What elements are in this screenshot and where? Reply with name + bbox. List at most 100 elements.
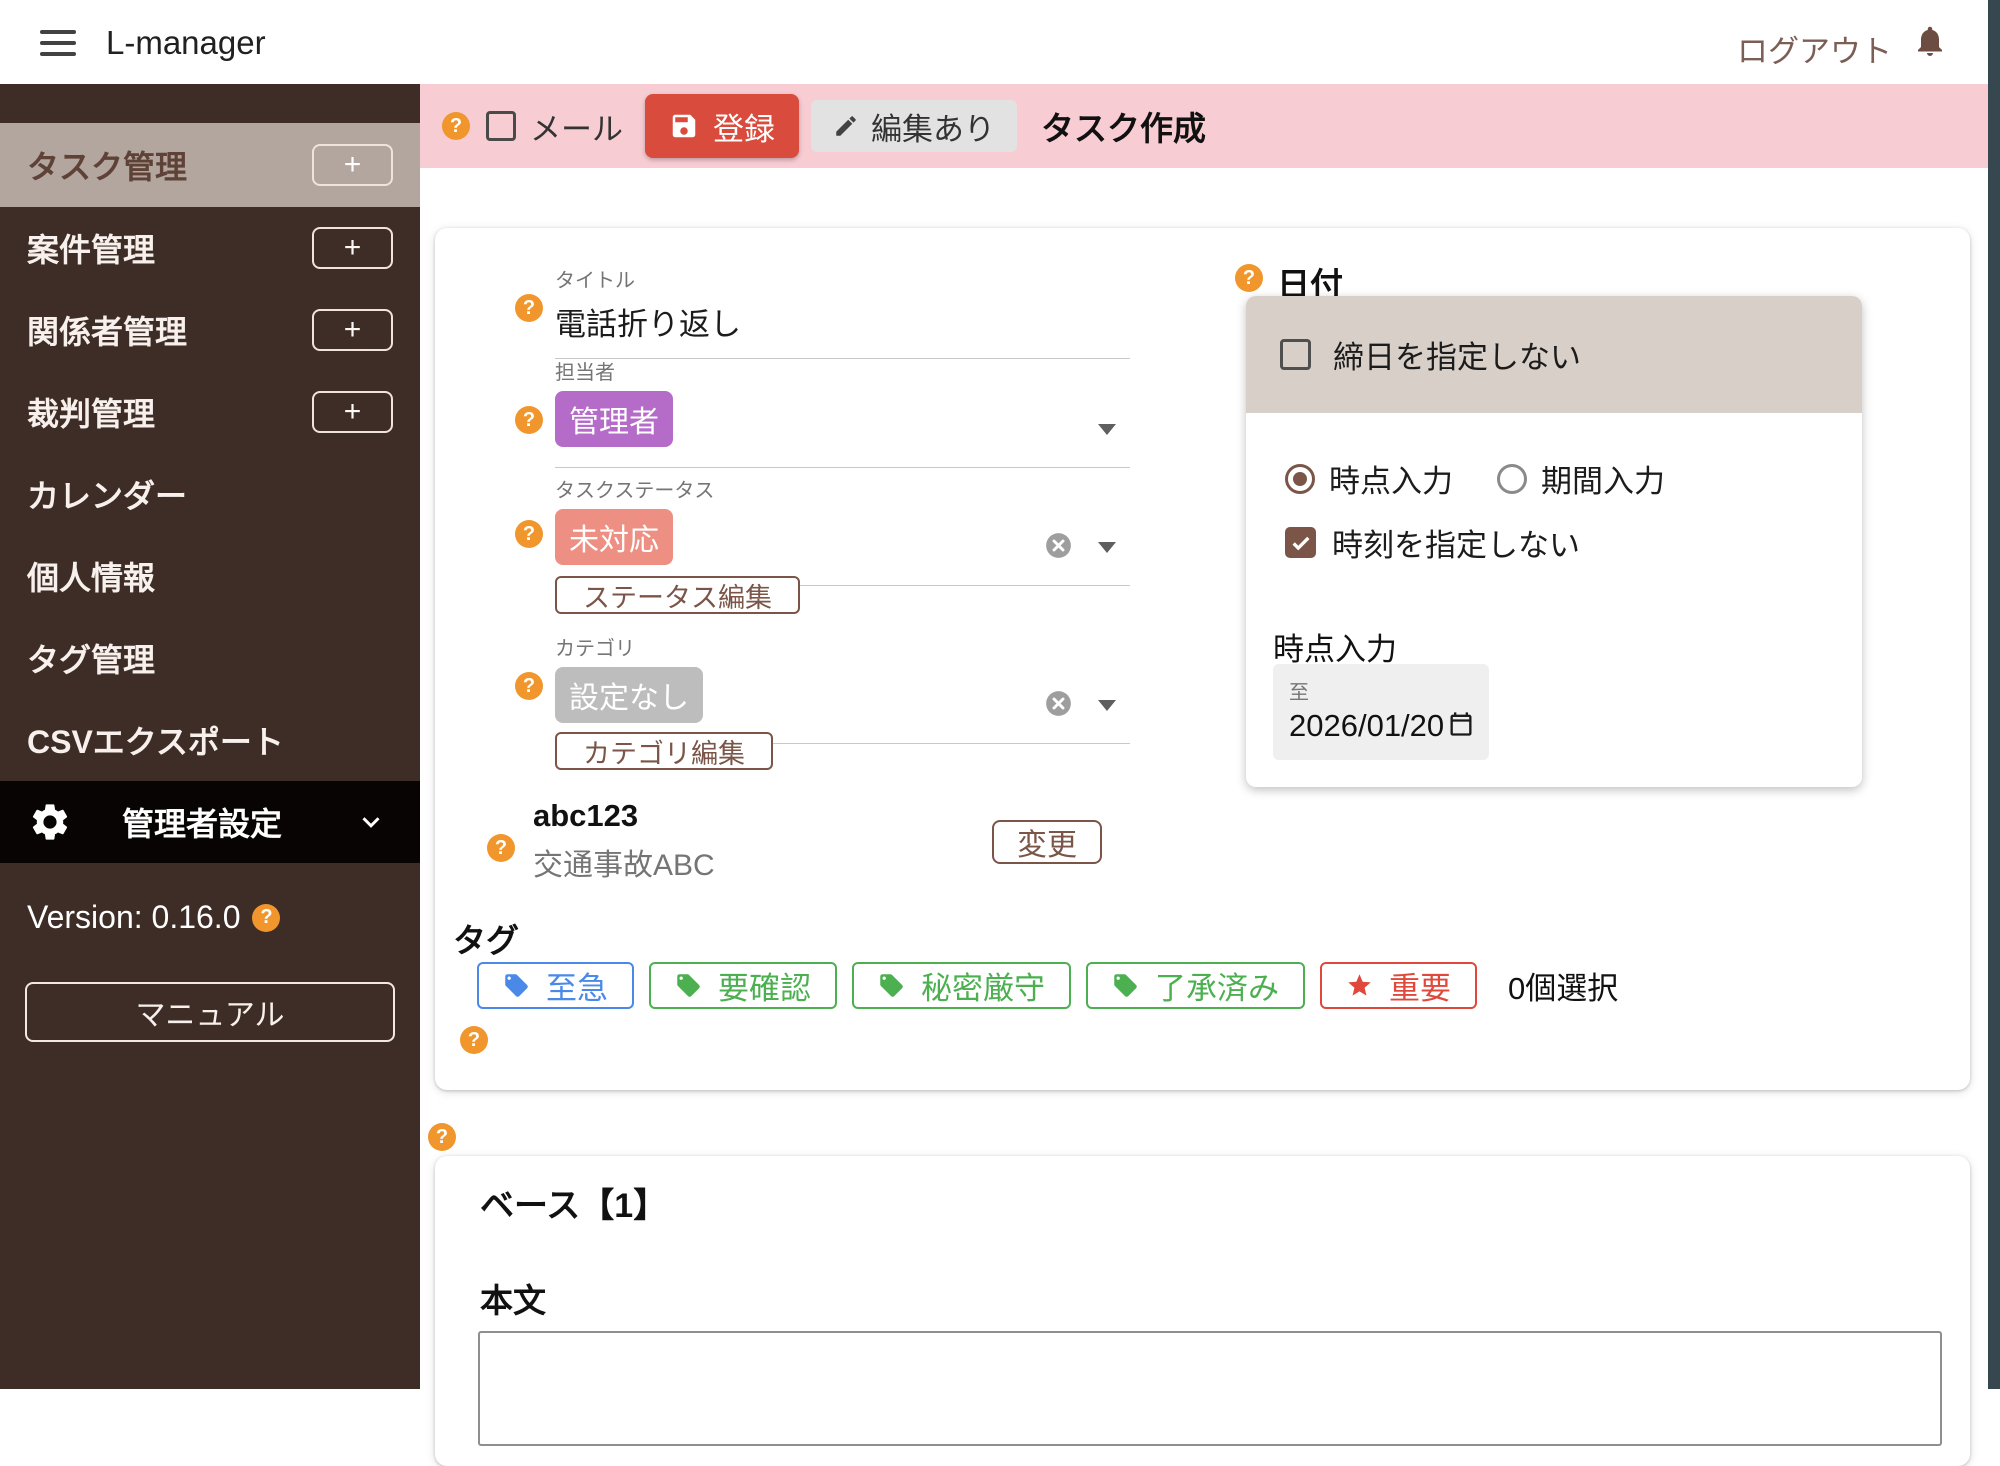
app-header: L-manager ログアウト [0, 0, 1988, 84]
save-icon [669, 111, 699, 141]
category-label: カテゴリ [555, 638, 635, 660]
sidebar-item-admin-settings[interactable]: 管理者設定 [0, 781, 420, 863]
notifications-bell-icon[interactable] [1912, 22, 1950, 62]
help-icon[interactable]: ? [428, 1123, 456, 1151]
sidebar-item-label: 案件管理 [27, 232, 156, 268]
task-form-card: ? タイトル 電話折り返し ? 担当者 管理者 ? タスクステータス 未対応 ス… [435, 228, 1970, 1090]
gear-icon [28, 800, 72, 844]
assignee-label: 担当者 [555, 362, 615, 384]
period-input-radio-label: 期間入力 [1541, 464, 1665, 499]
date-panel-header: 締日を指定しない [1246, 296, 1862, 413]
dropdown-caret-icon[interactable] [1098, 542, 1116, 553]
tag-button-confidential[interactable]: 秘密厳守 [852, 962, 1071, 1009]
tag-icon [878, 972, 905, 999]
case-name: 交通事故ABC [533, 849, 715, 882]
version-label: Version: 0.16.0 [27, 899, 241, 935]
add-task-button[interactable]: + [312, 144, 393, 186]
clear-icon[interactable] [1045, 690, 1072, 717]
category-chip: 設定なし [555, 667, 703, 723]
sidebar-item-label: タスク管理 [27, 149, 188, 185]
sidebar-item-task-management[interactable]: タスク管理 + [0, 123, 420, 207]
help-icon[interactable]: ? [460, 1026, 488, 1054]
no-time-checkbox[interactable] [1285, 527, 1316, 558]
help-icon[interactable]: ? [515, 672, 543, 700]
no-time-checkbox-label: 時刻を指定しない [1332, 528, 1580, 563]
status-chip: 未対応 [555, 509, 673, 565]
add-case-button[interactable]: + [312, 227, 393, 269]
tag-selected-count: 0個選択 [1508, 971, 1619, 1006]
clear-icon[interactable] [1045, 532, 1072, 559]
title-field-value[interactable]: 電話折り返し [555, 299, 1130, 358]
sidebar-item-trial-management[interactable]: 裁判管理 + [0, 371, 420, 453]
date-panel: 締日を指定しない 時点入力 期間入力 時刻を指定しない 時点入力 至 2026/… [1246, 296, 1862, 787]
action-toolbar: ? メール 登録 編集あり タスク作成 [420, 84, 1988, 168]
tag-label: 至急 [546, 971, 608, 1006]
sidebar-item-case-management[interactable]: 案件管理 + [0, 207, 420, 289]
help-icon[interactable]: ? [252, 903, 281, 932]
sidebar-item-label: 裁判管理 [27, 396, 156, 432]
sidebar-item-tag-management[interactable]: タグ管理 [0, 617, 420, 699]
help-icon[interactable]: ? [515, 406, 543, 434]
sidebar-item-label: タグ管理 [27, 642, 156, 678]
admin-settings-label: 管理者設定 [122, 806, 283, 842]
title-field[interactable]: タイトル 電話折り返し [555, 264, 1130, 359]
tag-button-urgent[interactable]: 至急 [477, 962, 634, 1009]
due-date-input-label: 至 [1289, 682, 1309, 704]
logout-button[interactable]: ログアウト [1737, 26, 1892, 71]
hamburger-menu-icon[interactable] [40, 28, 76, 58]
manual-button[interactable]: マニュアル [25, 982, 395, 1042]
tag-icon [503, 972, 530, 999]
status-edit-button[interactable]: ステータス編集 [555, 576, 800, 614]
category-select[interactable]: カテゴリ 設定なし [555, 632, 1130, 744]
tag-icon [675, 972, 702, 999]
mail-checkbox[interactable] [486, 111, 516, 141]
sidebar-item-calendar[interactable]: カレンダー [0, 453, 420, 535]
tag-label: 重要 [1389, 971, 1451, 1006]
sidebar-item-label: 個人情報 [27, 560, 156, 596]
help-icon[interactable]: ? [515, 520, 543, 548]
add-party-button[interactable]: + [312, 309, 393, 351]
scrollbar[interactable] [1988, 0, 2000, 1389]
sidebar-item-csv-export[interactable]: CSVエクスポート [0, 699, 420, 781]
help-icon[interactable]: ? [515, 294, 543, 322]
help-icon[interactable]: ? [487, 834, 515, 862]
save-button[interactable]: 登録 [645, 94, 799, 158]
help-icon[interactable]: ? [442, 112, 470, 140]
sidebar-item-party-management[interactable]: 関係者管理 + [0, 289, 420, 371]
tag-button-needs-check[interactable]: 要確認 [649, 962, 837, 1009]
help-icon[interactable]: ? [1235, 264, 1263, 292]
category-edit-button[interactable]: カテゴリ編集 [555, 732, 773, 770]
sidebar-item-label: 関係者管理 [27, 314, 188, 350]
edited-badge-button[interactable]: 編集あり [811, 100, 1017, 152]
point-input-radio[interactable] [1285, 463, 1315, 494]
status-select[interactable]: タスクステータス 未対応 [555, 474, 1130, 586]
assignee-select[interactable]: 担当者 管理者 [555, 356, 1130, 468]
page-title: タスク作成 [1041, 110, 1206, 147]
period-input-radio[interactable] [1497, 463, 1527, 494]
case-change-button[interactable]: 変更 [992, 820, 1102, 864]
sidebar: タスク管理 + 案件管理 + 関係者管理 + 裁判管理 + カレンダー 個人情報… [0, 84, 420, 1389]
dropdown-caret-icon[interactable] [1098, 700, 1116, 711]
body-text-label: 本文 [480, 1282, 546, 1319]
no-due-date-label: 締日を指定しない [1333, 340, 1581, 375]
dropdown-caret-icon[interactable] [1098, 424, 1116, 435]
title-field-label: タイトル [555, 270, 635, 292]
base-section-heading: ベース【1】 [480, 1187, 668, 1225]
calendar-icon[interactable] [1447, 710, 1475, 738]
pencil-icon [833, 113, 859, 139]
sidebar-item-personal-info[interactable]: 個人情報 [0, 535, 420, 617]
tags-row: 至急 要確認 秘密厳守 了承済み 重要 0個選択 [477, 962, 1618, 1009]
no-due-date-checkbox[interactable] [1280, 339, 1311, 370]
sidebar-item-label: CSVエクスポート [27, 724, 284, 760]
add-trial-button[interactable]: + [312, 391, 393, 433]
point-input-subheading: 時点入力 [1273, 632, 1397, 667]
edited-badge-label: 編集あり [871, 111, 995, 147]
save-button-label: 登録 [713, 111, 775, 147]
tag-button-approved[interactable]: 了承済み [1086, 962, 1305, 1009]
tag-label: 了承済み [1155, 971, 1279, 1006]
due-date-input-value[interactable]: 2026/01/20 [1289, 708, 1444, 744]
star-icon [1346, 972, 1373, 999]
sidebar-item-label: カレンダー [27, 478, 188, 514]
due-date-input[interactable]: 至 2026/01/20 [1273, 664, 1489, 760]
tag-button-important[interactable]: 重要 [1320, 962, 1477, 1009]
